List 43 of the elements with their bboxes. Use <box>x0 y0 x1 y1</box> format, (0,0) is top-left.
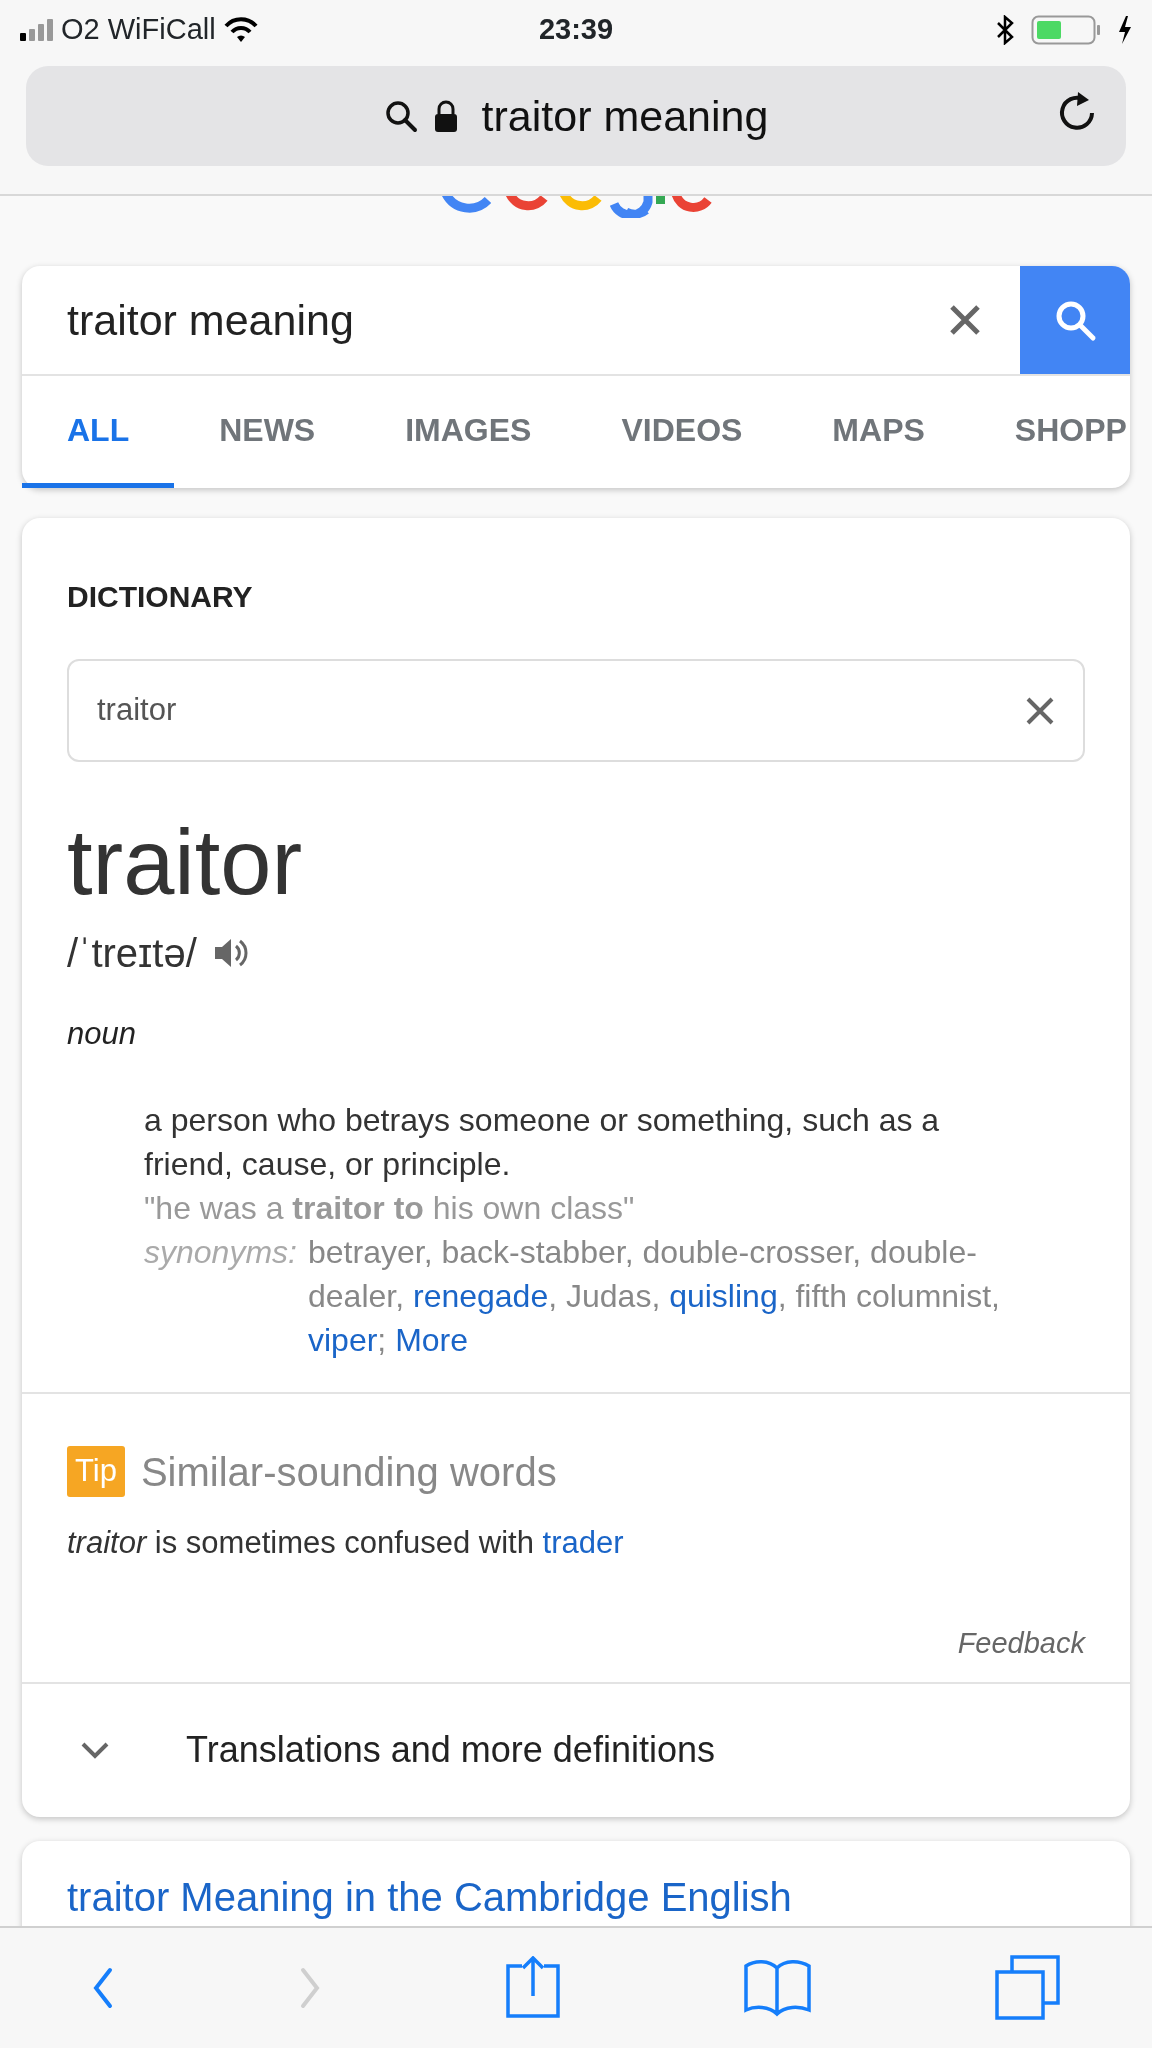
book-icon <box>742 1958 813 2018</box>
search-field[interactable]: traitor meaning <box>22 266 910 374</box>
definition-text: a person who betrays someone or something, such as a friend, cause, or principle. <box>144 1100 941 1184</box>
tip-badge: Tip <box>67 1446 125 1497</box>
search-tab[interactable]: ALL <box>22 376 175 488</box>
clock-time: 23:39 <box>538 12 614 48</box>
charging-icon <box>1117 16 1132 44</box>
section-heading: DICTIONARY <box>66 579 254 615</box>
search-tab[interactable]: IMAGES <box>360 376 577 488</box>
synonyms-label: synonyms: <box>144 1232 298 1272</box>
more-link[interactable]: More <box>395 1321 469 1358</box>
carrier-name: O2 WiFiCall <box>61 12 216 48</box>
search-icon <box>383 99 418 133</box>
battery-icon <box>1031 15 1101 45</box>
example-text: "he was a traitor to his own class" <box>144 1188 636 1228</box>
word-link[interactable]: trader <box>542 1524 624 1560</box>
headword: traitor <box>66 810 304 914</box>
signal-icon <box>20 19 53 41</box>
expander-row[interactable]: Translations and more definitions <box>22 1681 1130 1817</box>
search-tab[interactable]: MAPS <box>787 376 970 488</box>
synonym-link[interactable]: quisling <box>669 1277 778 1314</box>
part-of-speech: noun <box>66 1015 137 1054</box>
synonym-link[interactable]: renegade <box>412 1277 549 1314</box>
search-tab[interactable]: SHOPP <box>969 376 1130 488</box>
phonetic-text: /ˈtreɪtə/ <box>67 930 197 978</box>
search-tab[interactable]: NEWS <box>174 376 361 488</box>
lock-icon <box>433 99 458 133</box>
share-icon <box>504 1956 562 2020</box>
clear-icon[interactable] <box>1025 695 1055 726</box>
clear-icon[interactable] <box>949 304 981 336</box>
address-bar[interactable]: traitor meaning <box>26 66 1126 166</box>
tip-title: Similar-sounding words <box>140 1448 557 1496</box>
squares-icon <box>993 1955 1062 2021</box>
search-button[interactable] <box>1020 266 1130 374</box>
synonym-link[interactable]: viper <box>308 1321 378 1358</box>
bluetooth-icon <box>995 15 1015 45</box>
feedback-link[interactable]: Feedback <box>957 1627 1085 1660</box>
synonyms-text: betrayer, back-stabber, double-crosser, double-dealer, renegade, Judas, quisling, fifth columnist, viper; More <box>308 1232 1001 1360</box>
tip-sentence: traitor is sometimes confused with trader <box>67 1523 625 1562</box>
search-tab[interactable]: VIDEOS <box>576 376 788 488</box>
address-text: traitor meaning <box>481 90 769 142</box>
dictionary-field[interactable]: traitor <box>67 659 1085 762</box>
wifi-icon <box>223 17 258 43</box>
